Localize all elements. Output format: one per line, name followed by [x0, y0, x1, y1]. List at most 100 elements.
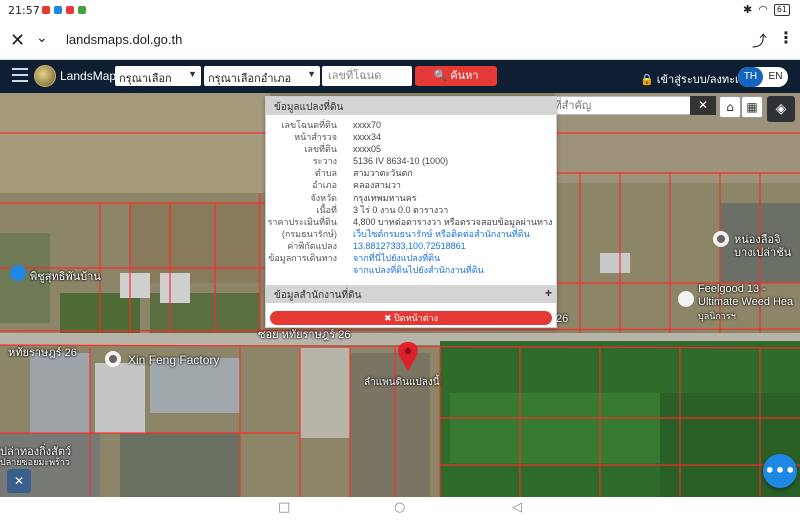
back-icon[interactable]: ◁ [512, 500, 522, 515]
treasury-website-link[interactable]: เว็บไซต์กรมธนารักษ์ หรือติดต่อสำนักงานที… [353, 228, 530, 240]
map-label-soi-left: หทัยราษฎร์ 26 [8, 347, 77, 359]
info-key [266, 264, 353, 276]
info-row: อำเภอ คลองสามวา [266, 179, 556, 191]
close-icon[interactable]: ✕ [10, 30, 25, 51]
menu-icon[interactable] [12, 68, 28, 82]
url-text[interactable]: landsmaps.dol.go.th [66, 32, 182, 47]
app-header: LandsMaps กรุณาเลือกจังหวัด ▼ กรุณาเลือก… [0, 60, 800, 103]
brand-title: LandsMaps [60, 69, 123, 83]
home-icon[interactable]: ⌂ [719, 96, 741, 118]
info-key: ระวาง [312, 156, 337, 167]
chevron-down-icon: ▼ [188, 69, 197, 79]
recents-icon[interactable]: □ [278, 500, 290, 515]
more-options-fab[interactable]: ••• [763, 454, 797, 488]
expand-plus-icon[interactable]: + [545, 286, 552, 300]
info-value: กรุงเทพมหานคร [353, 192, 417, 203]
info-key: ข้อมูลการเดินทาง [268, 253, 337, 264]
info-value: xxxx05 [353, 144, 382, 155]
directions-to-office-link[interactable]: จากแปลงที่ดินไปยังสำนักงานที่ดิน [353, 264, 484, 276]
map-label-26: 26 [556, 313, 569, 325]
info-key: เลขโฉนดที่ดิน [281, 120, 337, 130]
info-row: ข้อมูลการเดินทาง จากที่นี่ไปยังแปลงที่ดิน [266, 252, 556, 264]
info-value: 3 ไร่ 0 งาน 0.0 ตารางวา [353, 204, 449, 215]
info-key: หน้าสำรวจ [294, 132, 337, 143]
info-value: 5136 IV 8634-10 (1000) [353, 156, 449, 167]
status-time: 21:57 [8, 4, 40, 17]
directions-to-parcel-link[interactable]: จากที่นี่ไปยังแปลงที่ดิน [353, 252, 440, 264]
deed-number-input[interactable] [322, 66, 412, 86]
share-icon[interactable]: ⤴ [752, 30, 767, 51]
land-office-section[interactable]: ข้อมูลสำนักงานที่ดิน + [266, 285, 556, 303]
landsmaps-logo [34, 65, 56, 87]
info-row: จังหวัด กรุงเทพมหานคร [266, 192, 556, 204]
parcel-info-rows: เลขโฉนดที่ดิน xxxx70 หน้าสำรวจ xxxx34 เลขท… [266, 115, 556, 276]
info-row: เลขโฉนดที่ดิน xxxx70 [266, 119, 556, 131]
map-label-feelgood: Feelgood 13 - [698, 283, 766, 295]
chevron-down-icon[interactable]: ⌄ [36, 30, 48, 46]
android-nav-bar: □ ○ ◁ [0, 497, 800, 521]
bluetooth-icon: ✱ [742, 3, 753, 16]
lock-icon: 🔒 [640, 74, 654, 86]
system-icons: ✱ ◠ 61 [743, 3, 790, 16]
messenger-icon [54, 6, 62, 14]
map-label-right-village-2: บางเปล่าชัน [734, 247, 792, 259]
province-select[interactable]: กรุณาเลือกจังหวัด ▼ [115, 66, 201, 103]
map-label-pin: ลำแพนดินแปลงนี้ [364, 377, 440, 388]
language-toggle[interactable]: TH EN [738, 67, 788, 87]
map-label-bottom-left-2: ปลายซอยมะพร้าว [0, 457, 70, 467]
land-office-section-title: ข้อมูลสำนักงานที่ดิน [274, 290, 362, 301]
map-label-ultimate: Ultimate Weed Hea [698, 296, 794, 308]
wifi-icon: ◠ [758, 3, 768, 16]
info-key: ราคาประเมินที่ดิน [267, 216, 337, 227]
info-key: ค่าพิกัดแปลง [287, 240, 337, 251]
info-value: xxxx70 [353, 120, 382, 130]
info-row: ค่าพิกัดแปลง 13.88127333,100.72518861 [266, 240, 556, 252]
map-label-left: พิชูสุทธิพันบ้าน [30, 271, 101, 283]
browser-toolbar: ✕ ⌄ landsmaps.dol.go.th ⤴ ⋮ [0, 22, 800, 60]
lang-th[interactable]: TH [738, 67, 763, 87]
chevron-down-icon: ▼ [307, 69, 316, 79]
info-value: สามวาตะวันตก [353, 168, 413, 179]
district-select-value: กรุณาเลือกอำเภอ [208, 73, 292, 85]
info-row: หน้าสำรวจ xxxx34 [266, 131, 556, 143]
battery-icon: 61 [773, 3, 790, 16]
grid-icon[interactable]: ▦ [741, 96, 763, 118]
info-key: ตำบล [314, 168, 337, 179]
coordinate-link[interactable]: 13.88127333,100.72518861 [353, 240, 466, 252]
home-nav-icon[interactable]: ○ [394, 500, 405, 515]
info-value: 4,800 บาทต่อตารางวา หรือตรวจสอบข้อมูลผ่า… [353, 216, 553, 227]
info-key: (กรมธนารักษ์) [281, 228, 337, 239]
more-icon[interactable]: ⋮ [778, 28, 794, 47]
info-key: จังหวัด [310, 192, 338, 203]
info-row: ราคาประเมินที่ดิน 4,800 บาทต่อตารางวา หรื… [266, 216, 556, 228]
info-row: จากแปลงที่ดินไปยังสำนักงานที่ดิน [266, 264, 556, 276]
info-key: อำเภอ [312, 180, 337, 191]
info-row: เลขที่ดิน xxxx05 [266, 143, 556, 155]
info-value: คลองสามวา [353, 180, 401, 191]
info-row: (กรมธนารักษ์) เว็บไซต์กรมธนารักษ์ หรือติด… [266, 228, 556, 240]
search-button-label: ค้นหา [450, 70, 479, 82]
gmail-icon [66, 6, 74, 14]
parcel-info-title: ข้อมูลแปลงที่ดิน [266, 97, 556, 115]
close-panel-button[interactable]: ✖ ปิดหน้าต่าง [270, 311, 552, 325]
status-bar: 21:57 ✱ ◠ 61 [0, 0, 800, 22]
info-row: ระวาง 5136 IV 8634-10 (1000) [266, 155, 556, 167]
search-icon: 🔍 [433, 70, 448, 82]
info-key: เนื้อที่ [316, 204, 337, 215]
clear-search-icon[interactable]: ✕ [690, 96, 716, 115]
parcel-info-panel: ข้อมูลแปลงที่ดิน เลขโฉนดที่ดิน xxxx70 หน้… [265, 96, 557, 328]
measure-tools-icon[interactable]: ✕ [7, 469, 31, 493]
district-select[interactable]: กรุณาเลือกอำเภอ ▼ [204, 66, 320, 86]
info-key: เลขที่ดิน [304, 144, 337, 155]
info-row: ตำบล สามวาตะวันตก [266, 167, 556, 179]
search-button[interactable]: 🔍 ค้นหา [415, 66, 497, 86]
map-label-xin-feng: Xin Feng Factory [128, 353, 220, 367]
lang-en[interactable]: EN [763, 67, 788, 87]
layers-icon[interactable]: ◈ [767, 96, 795, 122]
line-icon [78, 6, 86, 14]
info-row: เนื้อที่ 3 ไร่ 0 งาน 0.0 ตารางวา [266, 204, 556, 216]
map-label-feelgood-sub: บุลนิการฯ [698, 311, 736, 321]
notification-icons [42, 4, 86, 14]
youtube-icon [42, 6, 50, 14]
map-view[interactable]: พิชูสุทธิพันบ้าน หทัยราษฎร์ 26 ซอย หทัยร… [0, 93, 800, 497]
